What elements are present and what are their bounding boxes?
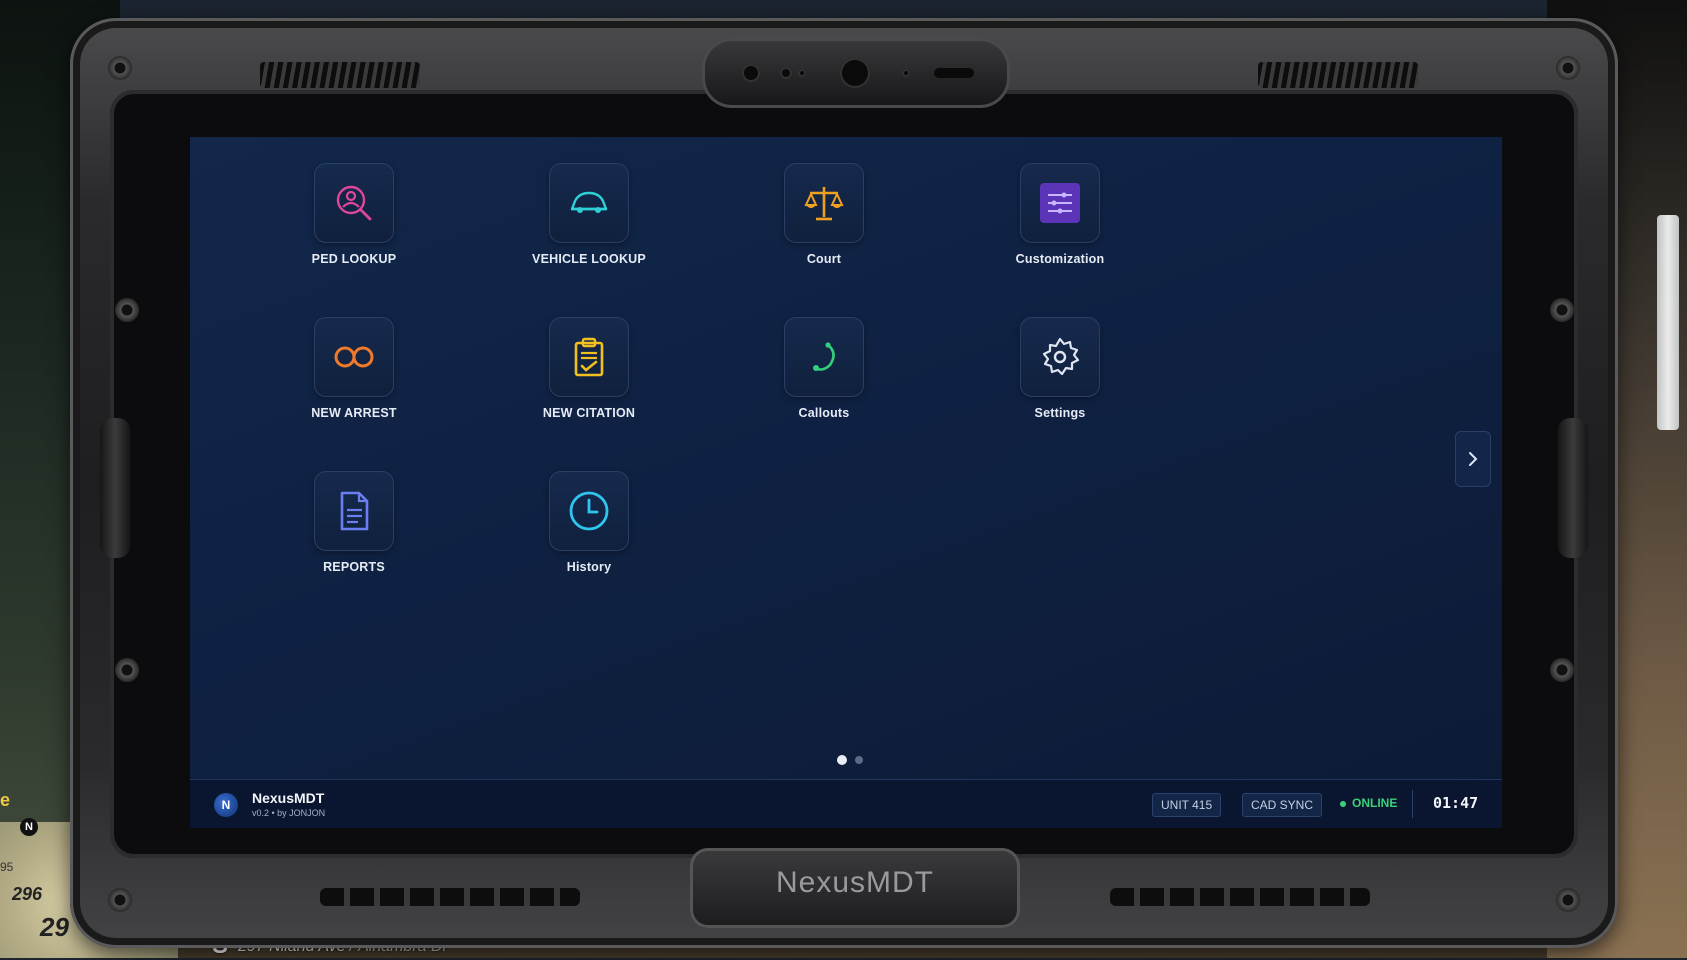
- app-court[interactable]: Court: [764, 163, 884, 266]
- bolt-icon: [1556, 888, 1580, 912]
- app-label: History: [566, 560, 612, 574]
- status-bar: N NexusMDT v0.2 • by JONJON UNIT 415 CAD…: [190, 779, 1502, 828]
- document-icon: [340, 491, 369, 531]
- brand-plate-text: NexusMDT: [775, 866, 934, 899]
- right-grip: [1558, 418, 1588, 558]
- person-search-icon: [336, 185, 372, 221]
- app-label: Customization: [1015, 252, 1105, 266]
- wall-light: [1657, 215, 1679, 430]
- app-customization[interactable]: Customization: [1000, 163, 1120, 266]
- gear-icon: [1042, 337, 1080, 376]
- app-label: PED LOOKUP: [311, 252, 397, 266]
- clipboard-check-icon: [574, 337, 604, 377]
- camera-bar: [702, 38, 1010, 108]
- app-label: Court: [806, 252, 842, 266]
- app-label: Settings: [1034, 406, 1086, 420]
- bottom-left-vent: [320, 888, 580, 906]
- app-new-citation[interactable]: NEW CITATION: [529, 317, 649, 420]
- clock: 01:47: [1433, 794, 1479, 812]
- online-label: ONLINE: [1352, 796, 1398, 810]
- sensor-dot-icon: [902, 69, 910, 77]
- bolt-icon: [108, 888, 132, 912]
- nexus-logo-icon: N: [214, 793, 238, 817]
- camera-dot-icon: [742, 64, 760, 82]
- car-icon: [570, 191, 608, 213]
- minimap-label-3: 29: [40, 912, 69, 942]
- minimap-north-icon: N: [20, 818, 38, 836]
- camera-lens-icon: [840, 58, 870, 88]
- bolt-icon: [1556, 56, 1580, 80]
- scales-icon: [804, 187, 844, 221]
- app-ped-lookup[interactable]: PED LOOKUP: [294, 163, 414, 266]
- app-tile: [784, 317, 864, 397]
- app-label: NEW CITATION: [542, 406, 636, 420]
- sliders-icon: [1040, 183, 1080, 223]
- app-label: Callouts: [798, 406, 850, 420]
- bolt-icon: [108, 56, 132, 80]
- app-tile: [549, 163, 629, 243]
- app-label: REPORTS: [323, 560, 385, 574]
- bolt-icon: [115, 658, 139, 682]
- app-tile: [1020, 317, 1100, 397]
- camera-dot-icon: [798, 69, 806, 77]
- app-tile: [549, 471, 629, 551]
- app-tile: [314, 163, 394, 243]
- camera-dot-icon: [780, 67, 792, 79]
- app-tile: [1020, 163, 1100, 243]
- online-status: ONLINE: [1340, 796, 1397, 810]
- app-callouts[interactable]: Callouts: [764, 317, 884, 420]
- minimap-label-1: 95: [0, 860, 14, 874]
- app-tile: [784, 163, 864, 243]
- app-tile: [314, 471, 394, 551]
- page-indicator: [190, 755, 1502, 765]
- brand-plate: NexusMDT: [690, 848, 1020, 928]
- sensor-slot: [934, 68, 974, 78]
- minimap-label-2: 296: [12, 884, 43, 904]
- page-dot-1[interactable]: [837, 755, 847, 765]
- app-tile: [314, 317, 394, 397]
- clock-icon: [569, 491, 609, 531]
- app-tile: [549, 317, 629, 397]
- app-reports[interactable]: REPORTS: [294, 471, 414, 574]
- bolt-icon: [1550, 298, 1574, 322]
- app-version: v0.2 • by JONJON: [252, 808, 326, 818]
- bolt-icon: [1550, 658, 1574, 682]
- phone-icon: [813, 342, 835, 371]
- next-page-button[interactable]: [1455, 431, 1491, 487]
- top-right-vent: [1258, 62, 1418, 88]
- app-name: NexusMDT: [252, 790, 325, 806]
- bolt-icon: [115, 298, 139, 322]
- unit-badge: UNIT 415: [1152, 793, 1222, 817]
- mdt-screen: PED LOOKUP VEHICLE LOOKUP Court Customiz…: [190, 137, 1502, 828]
- handcuffs-icon: [334, 346, 374, 368]
- divider: [1412, 790, 1413, 818]
- chevron-right-icon: [1469, 452, 1478, 466]
- cad-sync-badge[interactable]: CAD SYNC: [1242, 793, 1323, 817]
- app-vehicle-lookup[interactable]: VEHICLE LOOKUP: [529, 163, 649, 266]
- hud-edge-text: e: [0, 790, 11, 810]
- app-history[interactable]: History: [529, 471, 649, 574]
- bottom-right-vent: [1110, 888, 1370, 906]
- status-dot-icon: [1340, 800, 1346, 807]
- app-label: NEW ARREST: [311, 406, 397, 420]
- app-label: VEHICLE LOOKUP: [532, 252, 646, 266]
- top-left-vent: [260, 62, 420, 88]
- app-new-arrest[interactable]: NEW ARREST: [294, 317, 414, 420]
- page-dot-2[interactable]: [855, 756, 863, 764]
- app-settings[interactable]: Settings: [1000, 317, 1120, 420]
- left-grip: [100, 418, 130, 558]
